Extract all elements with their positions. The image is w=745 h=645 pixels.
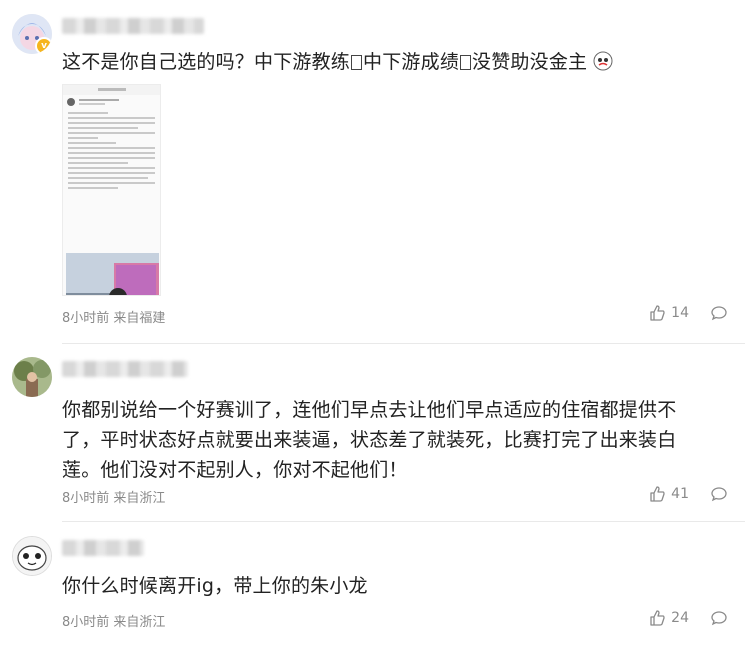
comment-location: 来自福建 [113,311,166,326]
comment-text: 你什么时候离开ig，带上你的朱小龙 [62,575,368,597]
comment-actions: 41 [649,486,727,502]
comment-actions: 14 [649,305,727,321]
like-icon [650,486,665,502]
thumb-user-row [63,95,160,109]
like-icon [650,610,665,626]
like-button[interactable]: 14 [649,305,689,321]
comment-item: v 这不是你自己选的吗？中下游教练 中下游成绩 没赞助没金主 8小时前 来自福建… [0,0,745,345]
thumb-header [63,85,160,95]
like-button[interactable]: 41 [649,486,689,502]
avatar[interactable]: v [12,14,52,54]
username-redacted[interactable] [62,540,144,556]
like-count: 14 [671,305,689,321]
comment-meta: 8小时前 来自浙江 [62,487,165,506]
comment-item: 你都别说给一个好赛训了，连他们早点去让他们早点适应的住宿都提供不了，平时状态好点… [0,345,745,522]
comment-text: 你都别说给一个好赛训了，连他们早点去让他们早点适应的住宿都提供不了，平时状态好点… [62,399,677,481]
comment-time: 8小时前 [62,491,110,506]
comment-divider [62,343,745,344]
verified-badge-icon: v [35,37,52,54]
missing-glyph-icon [351,55,363,70]
comment-location: 来自浙江 [113,615,166,630]
username-redacted[interactable] [62,361,188,377]
image-attachment[interactable] [62,84,161,296]
thumb-photo [66,253,159,295]
sticker-emoji-icon [593,51,613,71]
comment-time: 8小时前 [62,311,110,326]
comment-meta: 8小时前 来自福建 [62,307,165,326]
like-button[interactable]: 24 [649,610,689,626]
comment-text: 这不是你自己选的吗？中下游教练 中下游成绩 没赞助没金主 [62,48,702,76]
reply-button[interactable] [711,305,727,321]
comment-meta: 8小时前 来自浙江 [62,611,165,630]
reply-button[interactable] [711,610,727,626]
avatar[interactable] [12,536,52,576]
comment-icon [711,611,727,626]
avatar[interactable] [12,357,52,397]
username-redacted[interactable] [62,18,204,34]
comment-item: 你什么时候离开ig，带上你的朱小龙 8小时前 来自浙江 24 [0,522,745,645]
comment-icon [711,487,727,502]
comment-location: 来自浙江 [113,491,166,506]
comment-actions: 24 [649,610,727,626]
reply-button[interactable] [711,486,727,502]
like-count: 41 [671,486,689,502]
comment-time: 8小时前 [62,615,110,630]
comment-icon [711,306,727,321]
like-count: 24 [671,610,689,626]
like-icon [650,305,665,321]
missing-glyph-icon [460,55,472,70]
